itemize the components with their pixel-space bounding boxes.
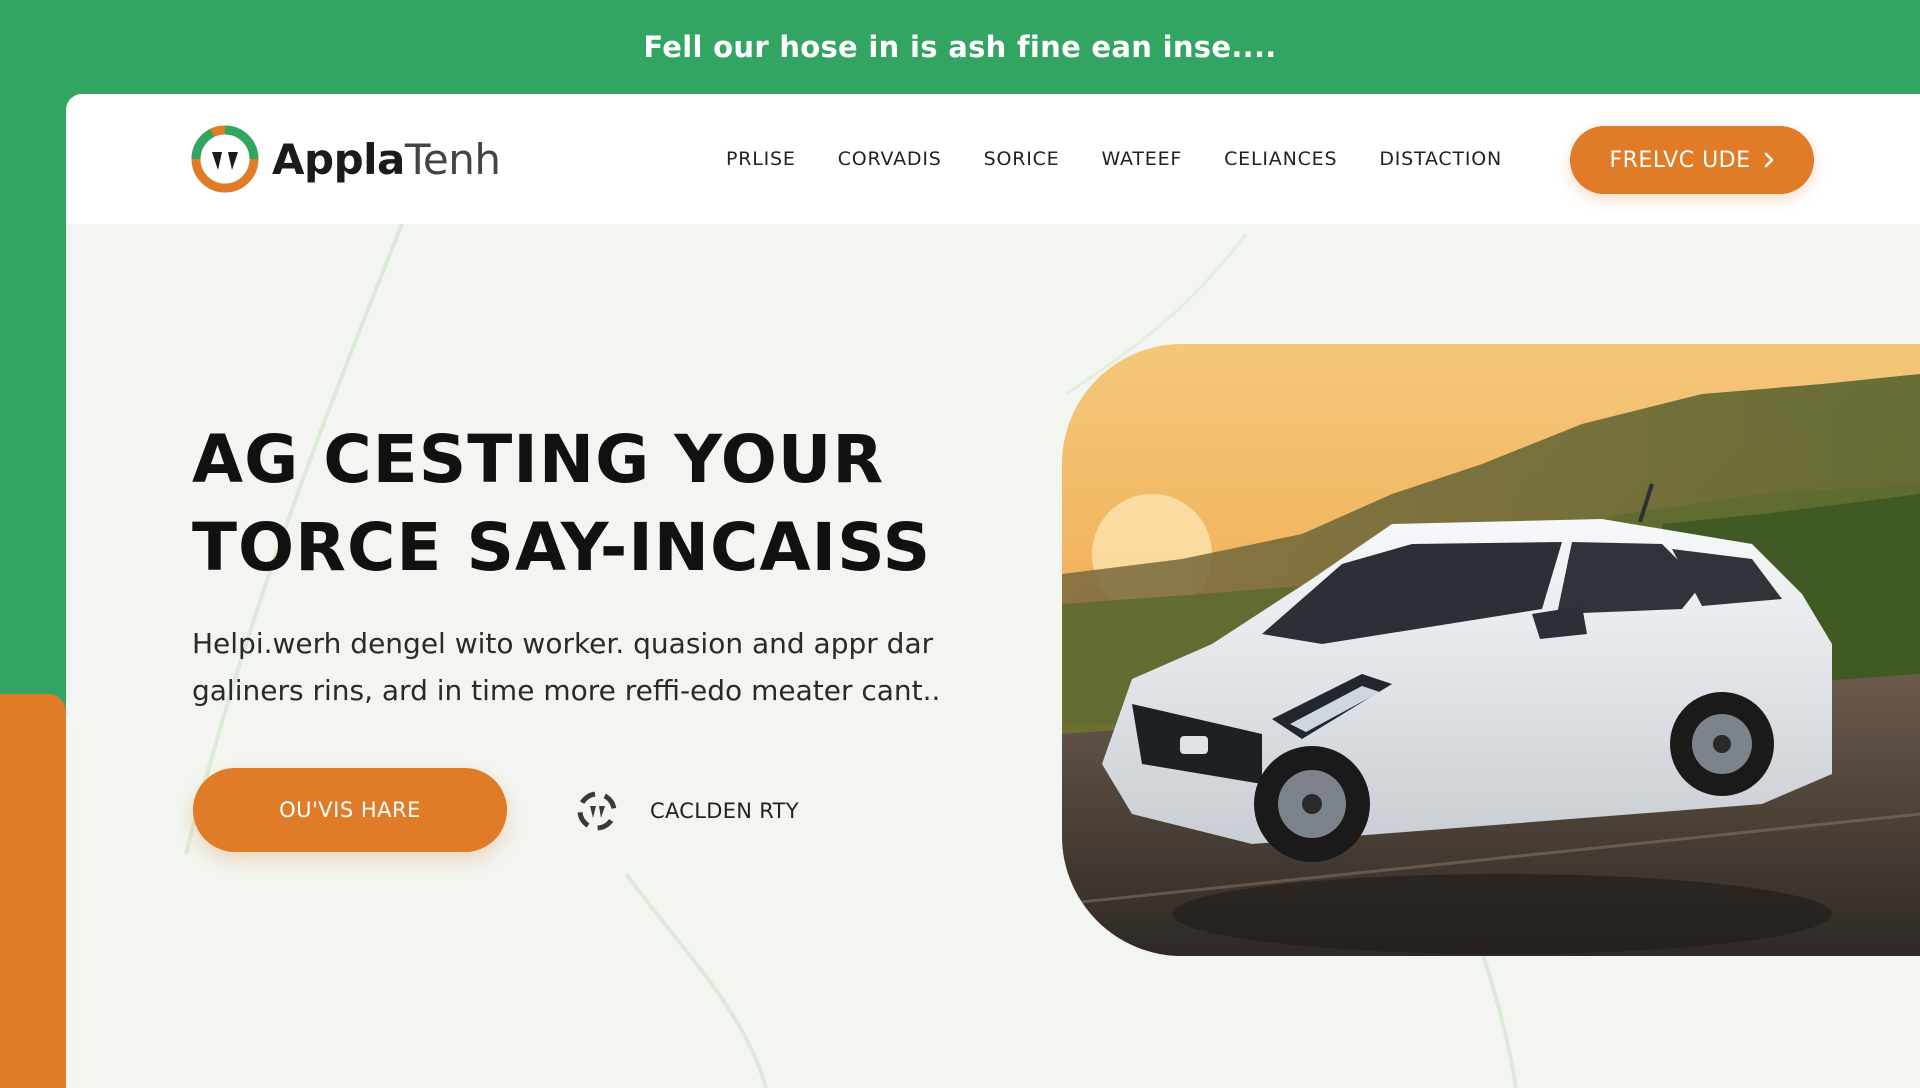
- nav-item-distaction[interactable]: DISTACTION: [1379, 148, 1502, 170]
- car-photo: [1062, 344, 1920, 956]
- refresh-cycle-icon: [577, 791, 617, 831]
- announcement-text: Fell our hose in is ash fine ean inse...…: [643, 30, 1277, 64]
- hero-description: Helpi.werh dengel wito worker. quasion a…: [192, 620, 1052, 714]
- header-cta-label: FRELVC UDE: [1609, 147, 1751, 173]
- hero-car-image: [1062, 344, 1920, 956]
- hero-primary-button[interactable]: OU'VIS HARE: [193, 768, 507, 852]
- nav-item-celiances[interactable]: CELIANCES: [1224, 148, 1337, 170]
- hero-title-line-2: TORCE SAY-INCAISS: [192, 509, 932, 586]
- hero-secondary-link[interactable]: CACLDEN RTY: [574, 786, 799, 836]
- chevron-right-icon: [1764, 152, 1773, 168]
- header-cta-button[interactable]: FRELVC UDE: [1570, 126, 1814, 194]
- site-header: ApplaTenh PRLISE CORVADIS SORICE WATEEF …: [66, 94, 1920, 224]
- left-accent-orange: [0, 694, 66, 1088]
- nav-item-wateef[interactable]: WATEEF: [1101, 148, 1182, 170]
- hero-title: AG CESTING YOUR TORCE SAY-INCAISS: [192, 416, 1012, 592]
- hero-description-line-2: galiners rins, ard in time more reffi-ed…: [192, 674, 941, 707]
- nav-item-prlise[interactable]: PRLISE: [726, 148, 796, 170]
- nav-item-sorice[interactable]: SORICE: [984, 148, 1060, 170]
- hero-secondary-label: CACLDEN RTY: [650, 799, 799, 823]
- main-nav: PRLISE CORVADIS SORICE WATEEF CELIANCES …: [726, 94, 1544, 224]
- logo-icon: [191, 125, 259, 193]
- hero-title-line-1: AG CESTING YOUR: [192, 421, 885, 498]
- hero-description-line-1: Helpi.werh dengel wito worker. quasion a…: [192, 627, 934, 660]
- brand-name: ApplaTenh: [272, 134, 501, 184]
- main-panel: ApplaTenh PRLISE CORVADIS SORICE WATEEF …: [66, 94, 1920, 1088]
- announcement-bar: Fell our hose in is ash fine ean inse...…: [0, 0, 1920, 94]
- nav-item-corvadis[interactable]: CORVADIS: [838, 148, 942, 170]
- left-accent-green: [0, 94, 66, 694]
- brand-logo[interactable]: ApplaTenh: [190, 124, 501, 194]
